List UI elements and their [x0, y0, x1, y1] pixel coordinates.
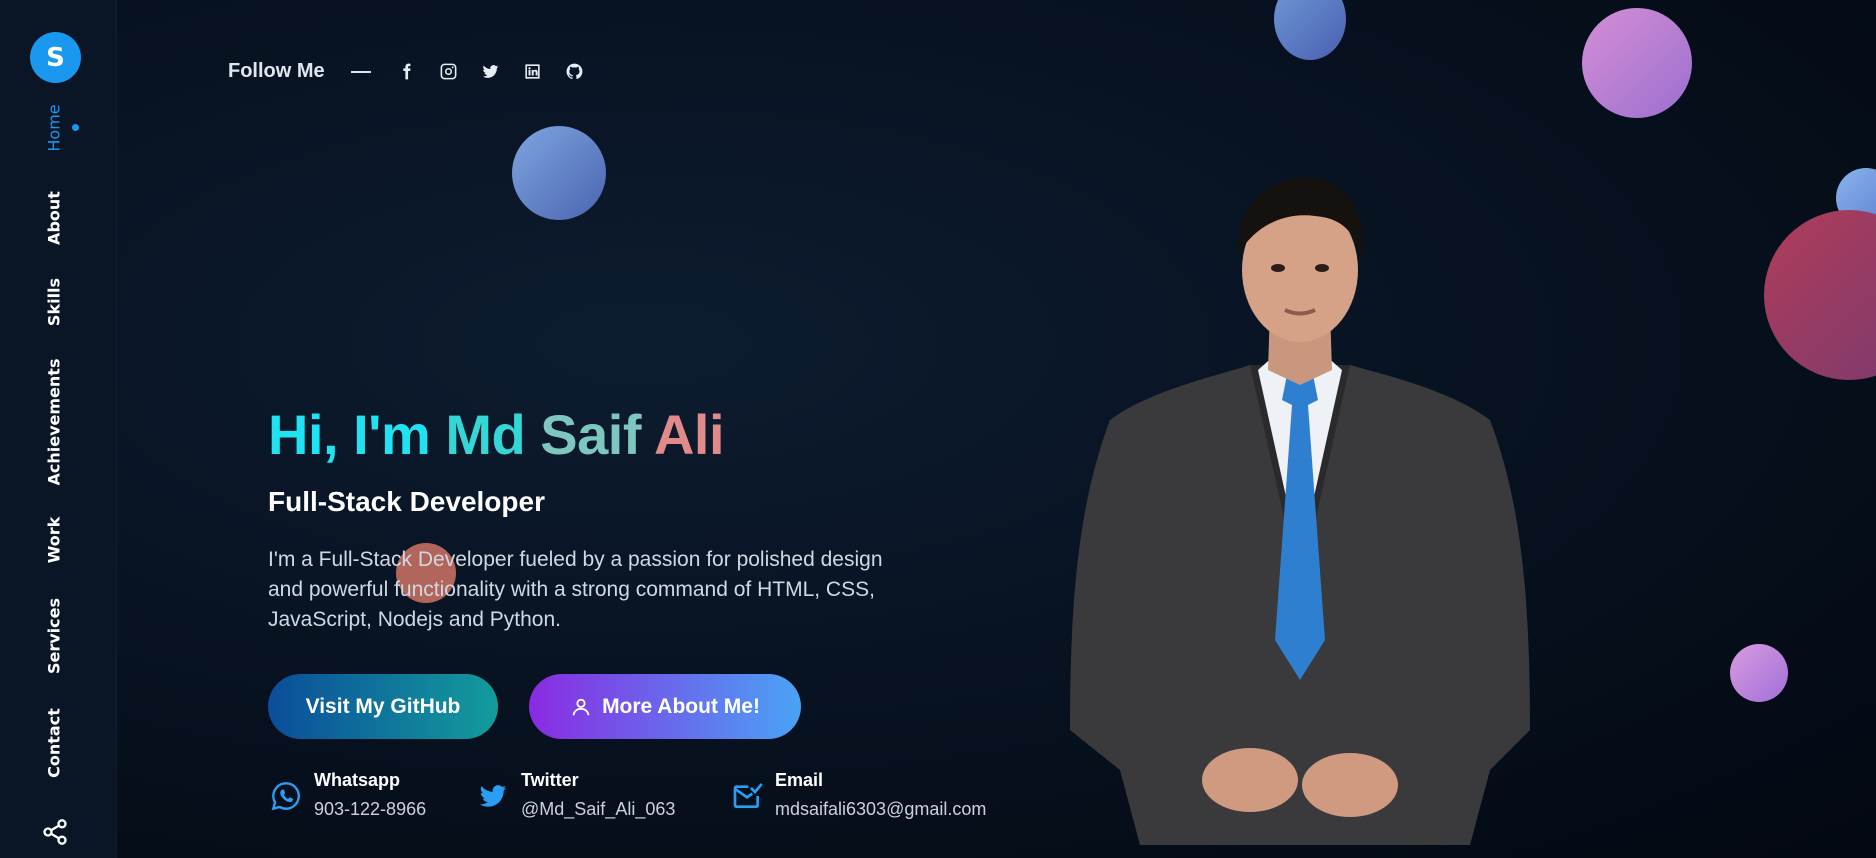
- decorative-bubble: [1582, 8, 1692, 118]
- contact-whatsapp: Whatsapp 903-122-8966: [270, 770, 426, 820]
- hero-greeting-hi: Hi,: [268, 403, 339, 466]
- contact-email: Email mdsaifali6303@gmail.com: [731, 770, 986, 820]
- follow-label: Follow Me: [228, 60, 325, 82]
- active-indicator-dot: [72, 124, 79, 131]
- user-icon: [572, 698, 590, 715]
- nav-item-achievements[interactable]: Achievements: [45, 359, 64, 486]
- contact-title: Whatsapp: [314, 770, 401, 790]
- visit-github-label: Visit My GitHub: [305, 694, 461, 718]
- nav-item-contact[interactable]: Contact: [45, 708, 64, 778]
- decorative-bubble: [512, 126, 606, 220]
- nav-item-skills[interactable]: Skills: [45, 278, 64, 326]
- contact-value[interactable]: @Md_Saif_Ali_063: [521, 799, 675, 820]
- whatsapp-icon: [271, 782, 300, 811]
- twitter-icon: [479, 785, 507, 807]
- hero-name-middle: Saif: [540, 403, 641, 466]
- contact-title: Email: [775, 770, 824, 790]
- hero-greeting-im: I'm: [353, 403, 431, 466]
- linkedin-icon[interactable]: [523, 62, 543, 82]
- decorative-bubble: [1730, 644, 1788, 702]
- follow-bar: Follow Me: [228, 60, 585, 83]
- email-icon: [733, 783, 763, 808]
- follow-divider: [350, 70, 371, 73]
- github-icon[interactable]: [565, 62, 585, 82]
- hero-description: I'm a Full-Stack Developer fueled by a p…: [268, 548, 883, 631]
- nav-item-home[interactable]: Home: [45, 104, 64, 151]
- sidebar: S Home About Skills Achievements Work Se…: [0, 0, 117, 858]
- nav-item-work[interactable]: Work: [45, 517, 64, 564]
- logo[interactable]: S: [30, 32, 81, 83]
- more-about-me-label: More About Me!: [602, 694, 760, 718]
- instagram-icon[interactable]: [439, 62, 459, 82]
- hero-name-first: Md: [445, 403, 526, 466]
- contact-value[interactable]: 903-122-8966: [314, 799, 426, 820]
- hero-role: Full-Stack Developer: [268, 486, 545, 517]
- visit-github-button[interactable]: Visit My GitHub: [268, 674, 498, 739]
- contact-value[interactable]: mdsaifali6303@gmail.com: [775, 799, 986, 820]
- share-icon[interactable]: [41, 818, 69, 846]
- hero-name-last: Ali: [653, 403, 725, 466]
- nav-item-services[interactable]: Services: [45, 598, 64, 674]
- hero-title: Hi, I'm Md Saif Ali: [268, 402, 725, 467]
- contact-title: Twitter: [521, 770, 579, 790]
- contact-twitter: Twitter @Md_Saif_Ali_063: [477, 770, 675, 820]
- twitter-icon[interactable]: [481, 62, 501, 82]
- more-about-me-button[interactable]: More About Me!: [529, 674, 801, 739]
- nav-item-about[interactable]: About: [45, 191, 64, 245]
- profile-portrait: [1070, 177, 1530, 845]
- facebook-icon[interactable]: [397, 62, 417, 82]
